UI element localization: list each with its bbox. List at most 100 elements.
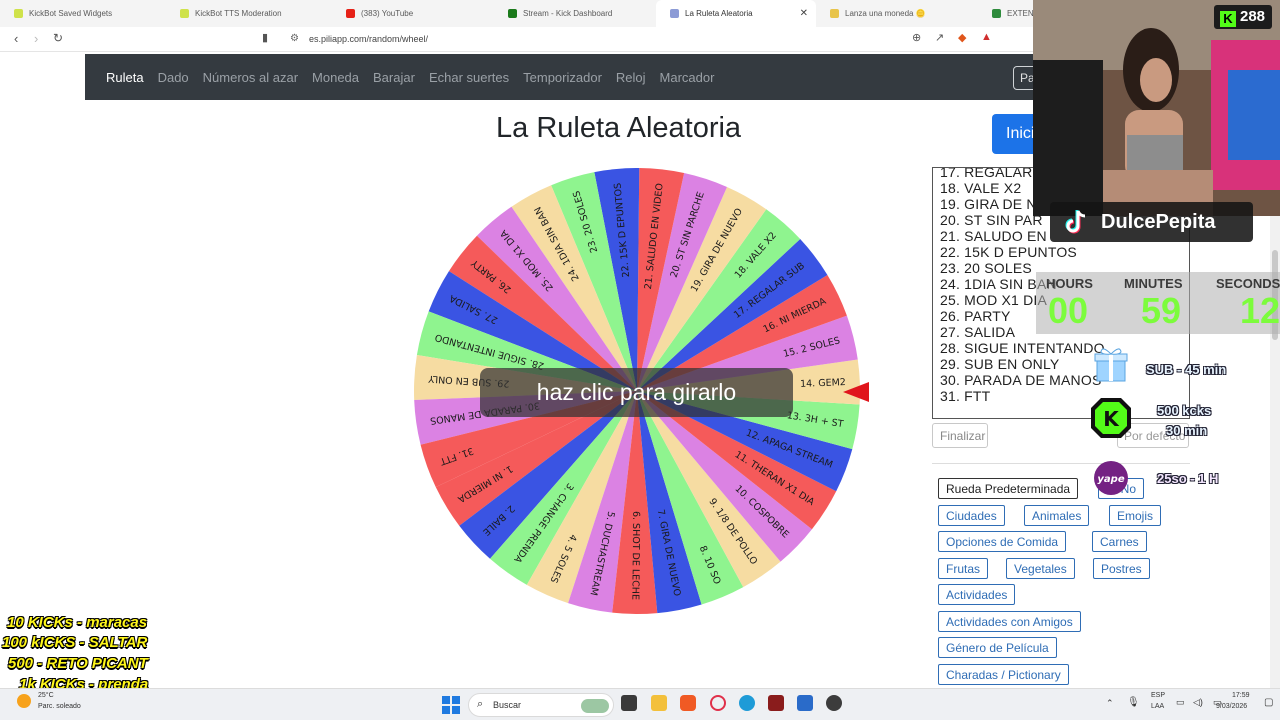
- url-field[interactable]: es.piliapp.com/random/wheel/: [309, 34, 428, 44]
- youtube-favicon-icon: [346, 9, 355, 18]
- preset-emojis[interactable]: Emojis: [1109, 505, 1162, 526]
- preset-charades[interactable]: Charadas / Pictionary: [938, 664, 1069, 685]
- preset-genre[interactable]: Género de Película: [938, 637, 1057, 658]
- preset-food[interactable]: Opciones de Comida: [938, 531, 1067, 552]
- countdown-timer: HOURS MINUTES SECONDS 00 59 12: [1036, 272, 1280, 334]
- edge-icon[interactable]: [739, 695, 755, 711]
- tray-chevron-icon[interactable]: ⌃: [1106, 698, 1114, 709]
- obs-icon[interactable]: [826, 695, 842, 711]
- preset-friends[interactable]: Actividades con Amigos: [938, 611, 1081, 632]
- nav-item-barajar[interactable]: Barajar: [373, 70, 415, 85]
- forward-icon[interactable]: ›: [34, 31, 38, 46]
- zoom-icon[interactable]: ⊕: [912, 31, 921, 44]
- tab-favicon-icon: [992, 9, 1001, 18]
- microphone-icon[interactable]: 🎙: [1127, 697, 1140, 708]
- rewards-icon[interactable]: ▲: [981, 31, 992, 43]
- option-line: 21. SALUDO EN: [940, 228, 1047, 244]
- spin-hint[interactable]: haz clic para girarlo: [480, 368, 793, 417]
- notifications-icon[interactable]: ▢: [1264, 697, 1273, 708]
- minutes-value: 59: [1141, 290, 1182, 331]
- windows-start-icon[interactable]: [442, 696, 460, 714]
- clock-time: 17:59: [1232, 692, 1250, 699]
- weather-text: Parc. soleado: [38, 703, 81, 710]
- divider: [932, 463, 1190, 464]
- nav-item-numeros[interactable]: Números al azar: [203, 70, 298, 85]
- bookmark-icon[interactable]: ▮: [262, 31, 268, 44]
- taskbar-search-label: Buscar: [493, 700, 522, 710]
- kick-favicon-icon: [508, 9, 517, 18]
- close-tab-icon[interactable]: ✕: [800, 8, 808, 19]
- preset-vegetables[interactable]: Vegetales: [1006, 558, 1075, 579]
- opera-icon[interactable]: [710, 695, 726, 711]
- language-code[interactable]: ESP: [1151, 692, 1165, 699]
- option-line: 22. 15K D EPUNTOS: [940, 244, 1077, 260]
- tiktok-banner: DulcePepita: [1050, 202, 1253, 242]
- site-settings-icon[interactable]: ⚙: [290, 33, 299, 44]
- preset-default-wheel[interactable]: Rueda Predeterminada: [938, 478, 1079, 499]
- file-explorer-icon[interactable]: [651, 695, 667, 711]
- kick-logo-icon: K: [1220, 11, 1236, 27]
- kicks-reward-time: 30 min: [1166, 423, 1208, 438]
- site-navbar: Ruleta Dado Números al azar Moneda Baraj…: [85, 54, 1045, 100]
- tab-favicon-icon: [670, 9, 679, 18]
- wheel-pointer-icon: [843, 382, 869, 402]
- nav-item-dado[interactable]: Dado: [158, 70, 189, 85]
- kicks-list-item: 500 - RETO PICANT: [8, 655, 148, 672]
- volume-icon[interactable]: ◁): [1193, 697, 1203, 708]
- share-icon[interactable]: ↗: [935, 31, 944, 44]
- nav-item-temporizador[interactable]: Temporizador: [523, 70, 602, 85]
- network-icon[interactable]: ▭: [1176, 697, 1185, 708]
- sub-reward-text: SUB - 45 min: [1146, 362, 1227, 377]
- preset-activities[interactable]: Actividades: [938, 584, 1016, 605]
- clock-date: 9/03/2026: [1216, 703, 1248, 710]
- seconds-label: SECONDS: [1216, 276, 1280, 291]
- option-line: 30. PARADA DE MANOS: [940, 372, 1102, 388]
- svg-text:yape: yape: [1097, 474, 1124, 485]
- svg-text:K: K: [1103, 407, 1120, 431]
- app-icon[interactable]: [768, 695, 784, 711]
- browser-tab[interactable]: (383) YouTube: [332, 0, 494, 27]
- browser-tab[interactable]: KickBot Saved Widgets: [0, 0, 166, 27]
- wheel-segment-label: 14. GEM2: [800, 377, 846, 390]
- option-line: 28. SIGUE INTENTANDO: [940, 340, 1105, 356]
- brave-shield-icon[interactable]: ◆: [958, 31, 966, 44]
- finalizar-button[interactable]: Finalizar: [932, 423, 988, 448]
- preset-meats[interactable]: Carnes: [1092, 531, 1147, 552]
- browser-tab[interactable]: Stream - Kick Dashboard: [494, 0, 656, 27]
- browser-tab[interactable]: KickBot TTS Moderation: [166, 0, 332, 27]
- page-title: La Ruleta Aleatoria: [496, 112, 742, 144]
- preset-desserts[interactable]: Postres: [1093, 558, 1150, 579]
- task-view-icon[interactable]: [621, 695, 637, 711]
- preset-fruits[interactable]: Frutas: [938, 558, 989, 579]
- kick-viewer-count: K 288: [1214, 5, 1272, 29]
- preset-cities[interactable]: Ciudades: [938, 505, 1005, 526]
- preset-animals[interactable]: Animales: [1024, 505, 1090, 526]
- store-icon[interactable]: [797, 695, 813, 711]
- kick-badge-icon: K: [1091, 398, 1131, 438]
- weather-icon[interactable]: [17, 694, 31, 708]
- brave-browser-icon[interactable]: [680, 695, 696, 711]
- nav-item-reloj[interactable]: Reloj: [616, 70, 646, 85]
- kicks-reward-amount: 500 kcks: [1157, 403, 1212, 418]
- tab-label: KickBot Saved Widgets: [29, 9, 113, 18]
- tab-label: Lanza una moneda 🪙: [845, 9, 926, 18]
- yape-logo-icon: yape: [1094, 461, 1128, 495]
- option-line: 31. FTT: [940, 388, 991, 404]
- hours-label: HOURS: [1046, 276, 1093, 291]
- nav-item-marcador[interactable]: Marcador: [660, 70, 715, 85]
- browser-tab-active[interactable]: La Ruleta Aleatoria ✕: [656, 0, 816, 27]
- minutes-label: MINUTES: [1124, 276, 1183, 291]
- wheel-segment-label: 6. SHOT DE LECHE: [629, 511, 641, 600]
- kicks-list-item: 100 kICKS - SALTAR: [2, 634, 148, 651]
- tab-label: KickBot TTS Moderation: [195, 9, 282, 18]
- reload-icon[interactable]: ↻: [53, 31, 63, 45]
- tab-label: (383) YouTube: [361, 9, 414, 18]
- nav-item-moneda[interactable]: Moneda: [312, 70, 359, 85]
- taskbar-search[interactable]: ⌕ Buscar: [468, 693, 614, 717]
- browser-tab[interactable]: Lanza una moneda 🪙: [816, 0, 978, 27]
- nav-item-ruleta[interactable]: Ruleta: [106, 70, 144, 85]
- layout-code[interactable]: LAA: [1151, 703, 1164, 710]
- tiktok-logo-icon: [1065, 210, 1086, 234]
- nav-item-echar-suertes[interactable]: Echar suertes: [429, 70, 509, 85]
- back-icon[interactable]: ‹: [14, 31, 18, 46]
